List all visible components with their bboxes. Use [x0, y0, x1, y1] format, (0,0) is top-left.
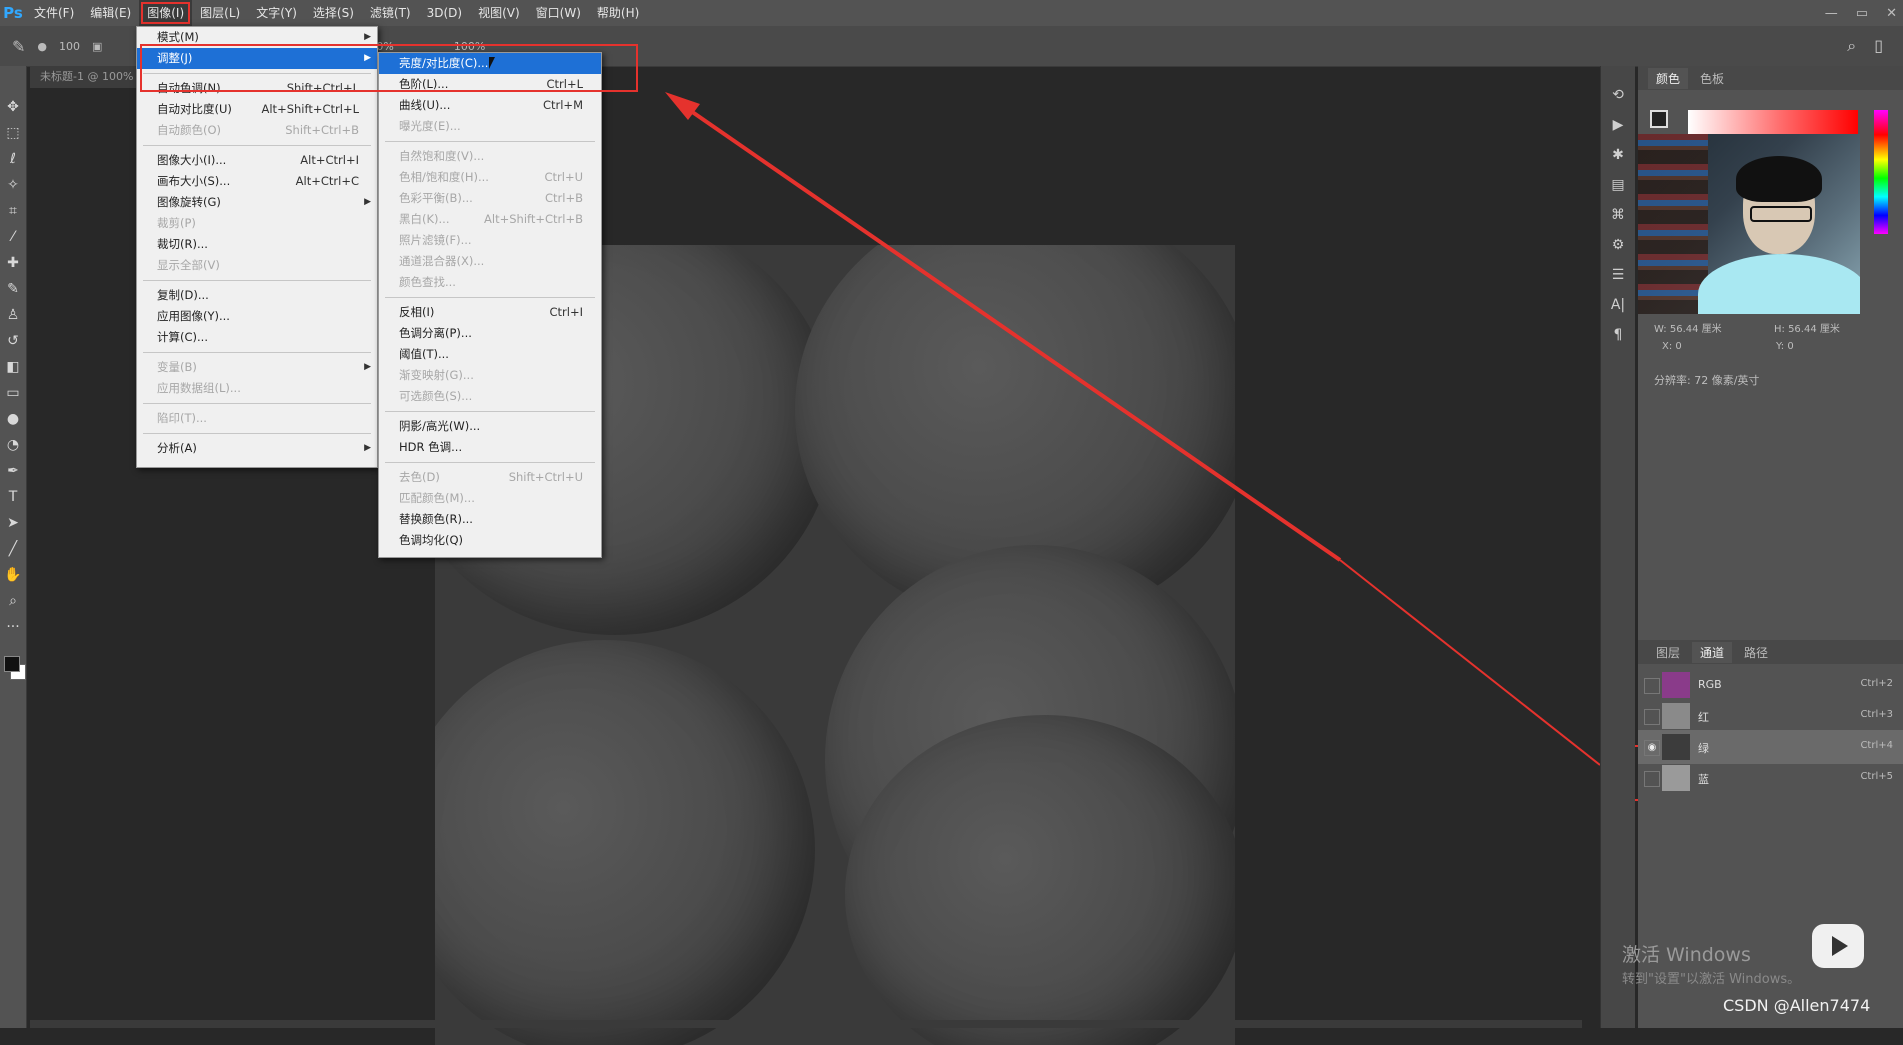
channel-row[interactable]: 红 Ctrl+3: [1638, 699, 1903, 733]
width-readout: W: 56.44 厘米: [1654, 324, 1722, 335]
channel-thumbnail: [1662, 734, 1690, 760]
play-icon[interactable]: ▶: [1601, 110, 1635, 140]
tab-layers[interactable]: 图层: [1648, 642, 1688, 663]
tab-swatches[interactable]: 色板: [1692, 68, 1732, 89]
x-readout: X: 0: [1662, 341, 1682, 352]
person-shirt: [1698, 254, 1860, 314]
height-readout: H: 56.44 厘米: [1774, 324, 1840, 335]
y-readout: Y: 0: [1776, 341, 1794, 352]
channel-name: RGB: [1698, 678, 1722, 691]
tab-paths[interactable]: 路径: [1736, 642, 1776, 663]
channel-thumbnail: [1662, 672, 1690, 698]
bookshelf: [1638, 134, 1708, 314]
activate-windows-title: 激活 Windows: [1622, 944, 1751, 966]
color-panel-tabs: 颜色 色板: [1638, 66, 1903, 90]
paragraph-icon[interactable]: ¶: [1601, 320, 1635, 350]
channel-name: 红: [1698, 711, 1709, 724]
visibility-eye-icon[interactable]: [1644, 709, 1660, 725]
channel-row[interactable]: RGB Ctrl+2: [1638, 668, 1903, 702]
channel-shortcut: Ctrl+2: [1860, 678, 1893, 689]
channel-row[interactable]: 蓝 Ctrl+5: [1638, 761, 1903, 795]
bilibili-logo-icon: [1812, 924, 1864, 968]
person-hair: [1736, 156, 1822, 202]
channel-shortcut: Ctrl+3: [1860, 709, 1893, 720]
channel-shortcut: Ctrl+4: [1860, 740, 1893, 751]
channel-name: 绿: [1698, 742, 1709, 755]
libraries-icon[interactable]: ⌘: [1601, 200, 1635, 230]
resolution-readout: 分辨率: 72 像素/英寸: [1654, 374, 1760, 387]
history-icon[interactable]: ⟲: [1601, 80, 1635, 110]
channel-shortcut: Ctrl+5: [1860, 771, 1893, 782]
hue-slider[interactable]: [1874, 110, 1888, 234]
levels-icon[interactable]: ☰: [1601, 260, 1635, 290]
channel-row[interactable]: ◉ 绿 Ctrl+4: [1638, 730, 1903, 764]
adjust-icon[interactable]: ⚙: [1601, 230, 1635, 260]
webcam-overlay: [1638, 134, 1860, 314]
channel-thumbnail: [1662, 765, 1690, 791]
activate-windows-subtitle: 转到"设置"以激活 Windows。: [1622, 972, 1801, 987]
person-glasses: [1750, 206, 1812, 222]
channel-name: 蓝: [1698, 773, 1709, 786]
tab-color[interactable]: 颜色: [1648, 67, 1689, 89]
panel-dock-strip: ⟲ ▶ ✱ ▤ ⌘ ⚙ ☰ A| ¶: [1600, 66, 1635, 1028]
channel-thumbnail: [1662, 703, 1690, 729]
color-ramp[interactable]: [1688, 110, 1858, 134]
visibility-eye-icon[interactable]: [1644, 771, 1660, 787]
visibility-eye-icon[interactable]: [1644, 678, 1660, 694]
color-swatch[interactable]: [1650, 110, 1668, 128]
right-panel: 颜色 色板 W: 56.44 厘米 H: 56.44 厘米 X: 0 Y: 0 …: [1638, 66, 1903, 1028]
brush-settings-icon[interactable]: ✱: [1601, 140, 1635, 170]
swatches-icon[interactable]: ▤: [1601, 170, 1635, 200]
tab-channels[interactable]: 通道: [1692, 641, 1733, 663]
csdn-watermark: CSDN @Allen7474: [1723, 996, 1871, 1015]
visibility-eye-icon[interactable]: ◉: [1644, 740, 1660, 756]
character-icon[interactable]: A|: [1601, 290, 1635, 320]
channels-panel-tabs: 图层 通道 路径: [1638, 640, 1903, 664]
